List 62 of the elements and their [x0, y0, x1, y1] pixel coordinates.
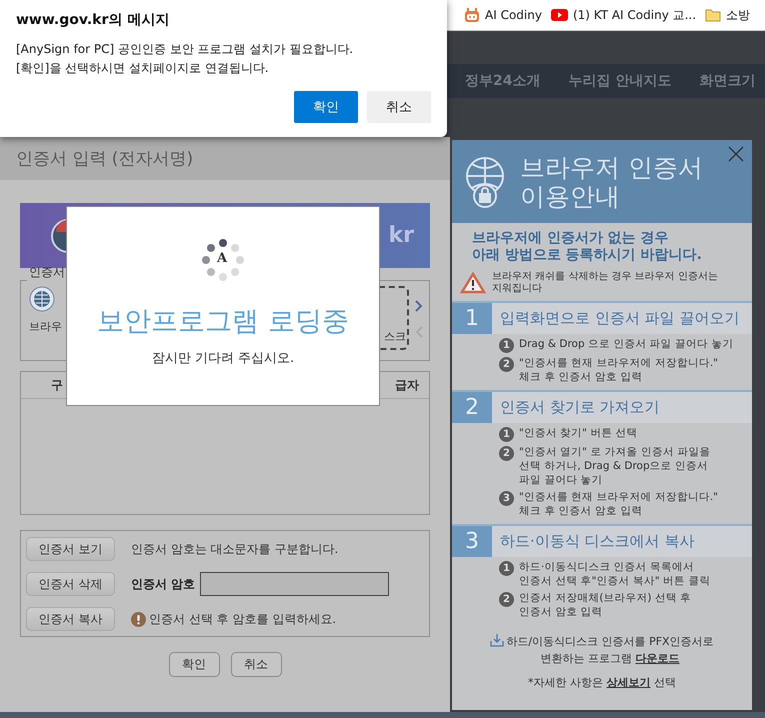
step-text: "인증서 찾기" 버튼 선택: [519, 426, 638, 440]
step-number: 2: [452, 392, 492, 423]
password-field[interactable]: [200, 572, 390, 596]
delete-certificate-button[interactable]: 인증서 삭제: [26, 572, 115, 596]
bookmark-link[interactable]: AI Codiny: [485, 8, 542, 22]
view-certificate-button[interactable]: 인증서 보기: [26, 537, 115, 561]
cancel-button[interactable]: 취소: [230, 652, 282, 677]
column-header: 구: [51, 376, 63, 394]
guide-title: 브라우저 인증서 이용안내: [520, 152, 703, 210]
step-number: 1: [452, 303, 492, 334]
step-title: 하드·이동식 디스크에서 복사: [492, 526, 752, 557]
detail-link[interactable]: 상세보기: [606, 676, 650, 689]
confirm-button[interactable]: 확인: [168, 652, 220, 677]
exclamation-icon: [131, 612, 146, 626]
guide-intro: 브라우저에 인증서가 없는 경우 아래 방법으로 등록하시기 바랍니다.: [472, 230, 703, 264]
step-title: 입력화면으로 인증서 파일 끌어오기: [492, 303, 752, 334]
step-marker: 2: [499, 446, 514, 461]
step-number: 3: [452, 526, 492, 557]
warning-text: 브라우저 캐쉬를 삭제하는 경우 브라우저 인증서는 지워집니다: [492, 271, 718, 295]
copy-certificate-button[interactable]: 인증서 복사: [26, 607, 115, 631]
download-icon: [490, 633, 504, 647]
banner-text: kr: [388, 223, 414, 248]
step-text: "인증서를 현재 브라우저에 저장합니다." 체크 후 인증서 암호 입력: [519, 356, 718, 384]
step-marker: 1: [499, 561, 514, 576]
step-text: 하드·이동식디스크 인증서 목록에서 인증서 선택 후"인증서 복사" 버튼 클릭: [519, 560, 710, 588]
download-link[interactable]: 다운로드: [635, 652, 680, 665]
close-icon[interactable]: [728, 146, 744, 162]
spinner-icon: [202, 239, 244, 281]
confirm-button[interactable]: 확인: [294, 91, 358, 123]
window-title: 인증서 입력 (전자서명): [16, 148, 194, 170]
step-marker: 1: [499, 427, 514, 442]
alert-message: [확인]을 선택하시면 설치페이지로 연결됩니다.: [16, 60, 270, 77]
folder-icon: [705, 8, 722, 22]
play-icon: [550, 9, 568, 21]
cancel-button[interactable]: 취소: [367, 91, 431, 123]
detail-text: *자세한 사항은 상세보기 선택: [527, 675, 677, 690]
bookmark-link[interactable]: (1) KT AI Codiny 교...: [572, 6, 696, 24]
step-text: 인증서 저장매체(브라우저) 선택 후 인증서 암호 입력: [519, 591, 692, 619]
step-text: Drag & Drop 으로 인증서 파일 끌어다 놓기: [519, 337, 734, 351]
password-hint: 인증서 선택 후 암호를 입력하세요.: [149, 610, 336, 628]
step-title: 인증서 찾기로 가져오기: [492, 392, 752, 423]
step-marker: 2: [499, 357, 514, 372]
alert-message: [AnySign for PC] 공인인증 보안 프로그램 설치가 필요합니다.: [16, 41, 354, 58]
logo-letter: A: [217, 251, 228, 266]
step-text: "인증서를 현재 브라우저에 저장합니다." 체크 후 인증서 암호 입력: [519, 490, 718, 518]
step-marker: 3: [499, 491, 514, 506]
case-note: 인증서 암호는 대소문자를 구분합니다.: [131, 540, 338, 558]
step-marker: 1: [499, 338, 514, 353]
loading-title: 보안프로그램 로딩중: [97, 305, 349, 339]
robot-icon: [464, 7, 480, 23]
warning-icon: [460, 272, 486, 294]
group-legend: 인증서: [29, 264, 65, 281]
loading-message: 잠시만 기다려 주십시오.: [152, 350, 294, 367]
location-label[interactable]: 브라우: [29, 319, 62, 334]
bookmark-link[interactable]: 소방: [726, 6, 750, 24]
globe-icon: [29, 286, 55, 312]
alert-title: www.gov.kr의 메시지: [16, 11, 170, 29]
download-text: 하드/이동식디스크 인증서를 PFX인증서로 변환하는 프로그램 다운로드: [506, 634, 714, 667]
step-text: "인증서 열기" 로 가져올 인증서 파일을 선택 하거나, Drag & Drop으로 인증서 파일 끌어다 놓기: [519, 445, 710, 487]
password-label: 인증서 암호: [131, 576, 196, 592]
step-marker: 2: [499, 592, 514, 607]
column-header: 급자: [395, 376, 419, 394]
